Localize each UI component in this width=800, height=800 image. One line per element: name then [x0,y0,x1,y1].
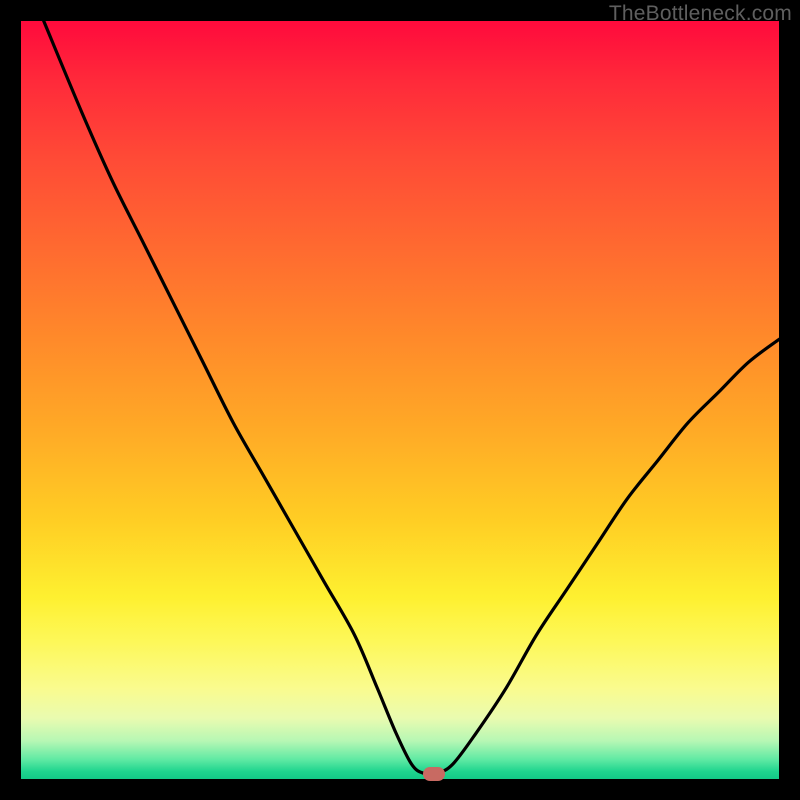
watermark-text: TheBottleneck.com [609,2,792,26]
optimum-marker [423,767,445,781]
curve-path [44,21,779,774]
chart-frame: TheBottleneck.com [0,0,800,800]
plot-area [21,21,779,779]
bottleneck-curve [21,21,779,779]
